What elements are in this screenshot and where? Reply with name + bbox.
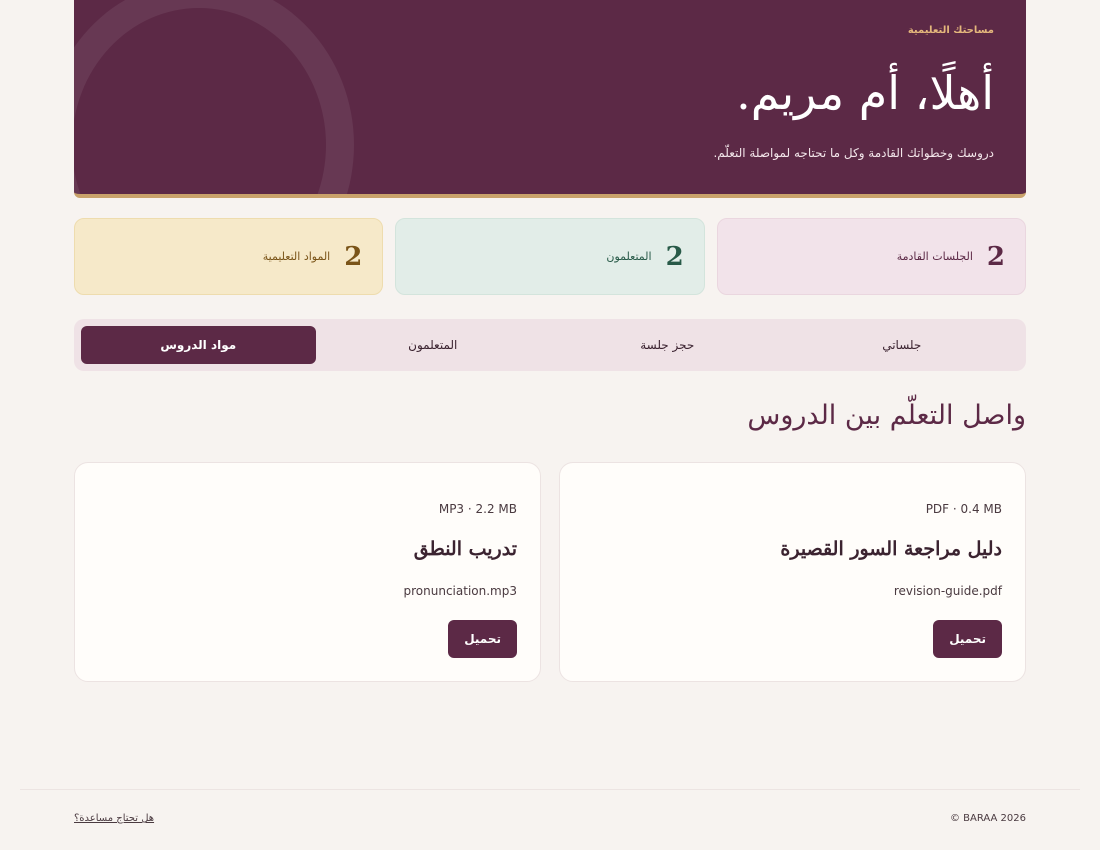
- stat-value: 2: [344, 241, 363, 272]
- stats-row: 2 الجلسات القادمة 2 المتعلمون 2 المواد ا…: [74, 218, 1026, 295]
- help-link[interactable]: هل تحتاج مساعدة؟: [74, 813, 154, 824]
- decorative-arc: [74, 0, 354, 194]
- materials-list: PDF · 0.4 MB دليل مراجعة السور القصيرة r…: [74, 462, 1026, 682]
- material-title: دليل مراجعة السور القصيرة: [780, 538, 1002, 560]
- material-title: تدريب النطق: [413, 538, 517, 560]
- stat-materials: 2 المواد التعليمية: [74, 218, 384, 295]
- tab-bar: جلساتي حجز جلسة المتعلمون مواد الدروس: [74, 319, 1026, 371]
- stat-label: المواد التعليمية: [262, 250, 331, 263]
- material-card: PDF · 0.4 MB دليل مراجعة السور القصيرة r…: [559, 462, 1026, 682]
- tab-my-sessions[interactable]: جلساتي: [785, 326, 1020, 364]
- hero-subtitle: دروسك وخطواتك القادمة وكل ما تحتاجه لموا…: [713, 146, 994, 160]
- section-title: واصل التعلّم بين الدروس: [747, 400, 1026, 431]
- welcome-hero: مساحتك التعليمية أهلًا، أم مريم. دروسك و…: [74, 0, 1026, 198]
- file-meta: MP3 · 2.2 MB: [438, 502, 517, 516]
- stat-label: المتعلمون: [606, 250, 652, 263]
- download-button[interactable]: تحميل: [448, 620, 517, 658]
- page-title: أهلًا، أم مريم.: [736, 66, 994, 120]
- stat-upcoming-sessions: 2 الجلسات القادمة: [716, 218, 1026, 295]
- footer-divider: [20, 789, 1080, 790]
- stat-value: 2: [665, 241, 684, 272]
- stat-learners: 2 المتعلمون: [395, 218, 705, 295]
- download-button[interactable]: تحميل: [933, 620, 1002, 658]
- file-name: revision-guide.pdf: [893, 584, 1002, 598]
- tab-lesson-materials[interactable]: مواد الدروس: [81, 326, 316, 364]
- material-card: MP3 · 2.2 MB تدريب النطق pronunciation.m…: [74, 462, 541, 682]
- stat-value: 2: [986, 241, 1005, 272]
- hero-eyebrow: مساحتك التعليمية: [907, 25, 994, 36]
- tab-learners[interactable]: المتعلمون: [316, 326, 551, 364]
- file-meta: PDF · 0.4 MB: [925, 502, 1002, 516]
- stat-label: الجلسات القادمة: [896, 250, 973, 263]
- file-name: pronunciation.mp3: [403, 584, 517, 598]
- tab-book-session[interactable]: حجز جلسة: [550, 326, 785, 364]
- copyright: © BARAA 2026: [949, 813, 1026, 824]
